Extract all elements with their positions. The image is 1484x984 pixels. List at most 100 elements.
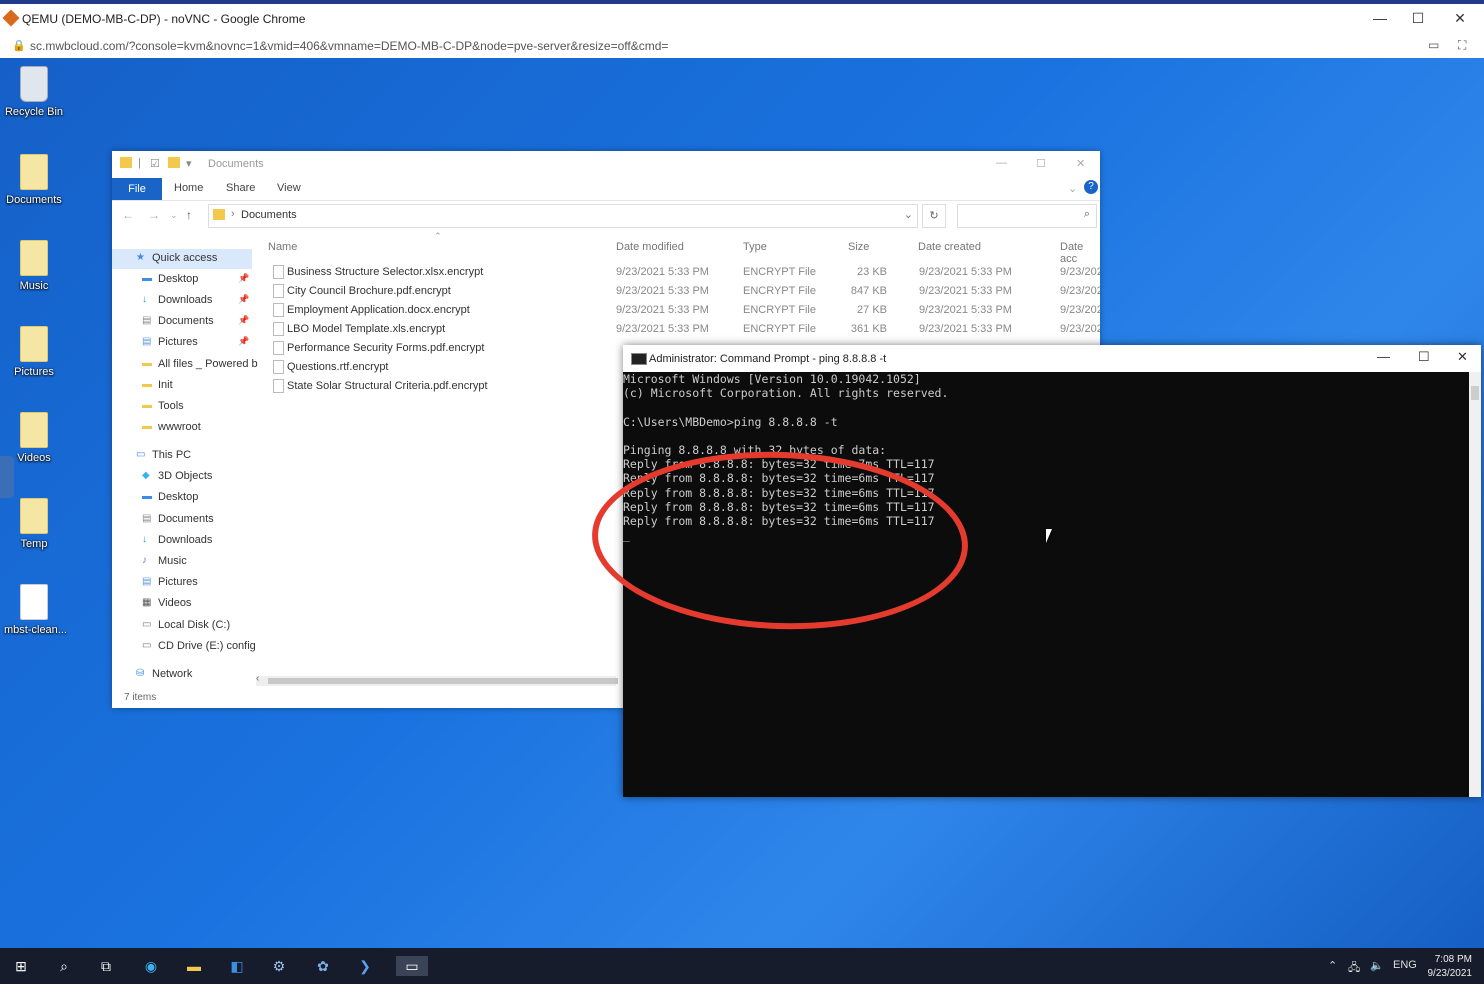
file-row[interactable]: Business Structure Selector.xlsx.encrypt… — [267, 263, 1100, 282]
nav-quick-item[interactable]: ▬ All files _ Powered b — [112, 355, 258, 375]
cmd-minimize-icon[interactable]: — — [1377, 349, 1390, 364]
column-date-modified[interactable]: Date modified — [616, 241, 684, 253]
nav-this-pc[interactable]: ▭ This PC — [112, 446, 252, 466]
search-input[interactable]: ⌕ — [957, 204, 1097, 228]
column-type[interactable]: Type — [743, 241, 767, 253]
path-documents[interactable]: Documents — [241, 209, 297, 221]
file-row[interactable]: LBO Model Template.xls.encrypt 9/23/2021 … — [267, 320, 1100, 339]
desktop-icon[interactable]: mbst-clean... — [4, 584, 67, 636]
file-icon — [273, 284, 284, 298]
help-icon[interactable]: ? — [1084, 180, 1098, 194]
tab-home[interactable]: Home — [174, 182, 203, 194]
column-date-accessed[interactable]: Date acc — [1060, 241, 1100, 265]
nav-item-label: Tools — [158, 400, 184, 412]
properties-icon[interactable]: ☑ — [150, 157, 160, 170]
tab-view[interactable]: View — [277, 182, 301, 194]
quick-access-toolbar-icon[interactable]: | — [138, 157, 141, 169]
nav-quick-item[interactable]: ▬ Init — [112, 376, 252, 396]
nav-pc-item[interactable]: ▭ CD Drive (E:) config — [112, 637, 256, 657]
new-folder-icon[interactable] — [168, 157, 180, 168]
back-icon[interactable]: ← — [122, 208, 134, 222]
tab-share[interactable]: Share — [226, 182, 255, 194]
cmd-maximize-icon[interactable]: ☐ — [1418, 349, 1430, 365]
address-url[interactable]: sc.mwbcloud.com/?console=kvm&novnc=1&vmi… — [30, 39, 668, 53]
network-tool-icon[interactable]: ⚙ — [268, 956, 290, 976]
path-dropdown-icon[interactable]: ⌄ — [904, 208, 913, 221]
column-date-created[interactable]: Date created — [918, 241, 981, 253]
input-language[interactable]: ENG — [1393, 959, 1417, 971]
cmd-line — [623, 400, 1465, 414]
extension-icon[interactable]: ⛶ — [1458, 38, 1466, 53]
nav-pc-item[interactable]: ▭ Local Disk (C:) — [112, 616, 252, 636]
nav-item-label: Pictures — [158, 576, 198, 588]
desktop-icon[interactable]: Pictures — [4, 326, 64, 378]
up-icon[interactable]: ↑ — [186, 208, 192, 222]
file-row[interactable]: City Council Brochure.pdf.encrypt 9/23/20… — [267, 282, 1100, 301]
folder-icon — [20, 326, 48, 362]
search-taskbar-icon[interactable]: ⌕ — [53, 956, 75, 976]
volume-icon[interactable]: 🔈 — [1370, 959, 1384, 972]
cmd-close-icon[interactable]: ✕ — [1457, 349, 1468, 365]
desktop-icon[interactable]: Recycle Bin — [4, 66, 64, 118]
desktop-icon[interactable]: Temp — [4, 498, 64, 550]
settings-app-icon[interactable]: ✿ — [312, 956, 334, 976]
nav-quick-item[interactable]: ▬ Tools — [112, 397, 252, 417]
cast-icon[interactable]: ▭ — [1428, 38, 1439, 52]
desktop-icon[interactable]: Videos — [4, 412, 64, 464]
forward-icon[interactable]: → — [148, 208, 160, 222]
desktop-icon[interactable]: Documents — [4, 154, 64, 206]
network-status-icon[interactable]: 🖧 — [1348, 959, 1360, 978]
recent-locations-icon[interactable]: ⌄ — [170, 210, 178, 221]
edge-icon[interactable]: ◉ — [140, 956, 162, 976]
explorer-maximize-icon[interactable]: ☐ — [1036, 157, 1046, 170]
nav-pc-item[interactable]: ▤ Documents — [112, 510, 252, 530]
cmd-vertical-scrollbar[interactable] — [1469, 372, 1481, 797]
start-windows-icon[interactable]: ⊞ — [10, 956, 32, 976]
nav-item-icon: ▤ — [142, 315, 152, 326]
task-view-icon[interactable]: ⧉ — [95, 956, 117, 976]
column-name[interactable]: Name — [268, 241, 297, 253]
nav-quick-item[interactable]: ▤ Documents 📌 — [112, 312, 252, 332]
file-accessed: 9/23/202 — [1060, 266, 1100, 278]
system-clock[interactable]: 7:08 PM 9/23/2021 — [1428, 953, 1473, 981]
powershell-icon[interactable]: ❯ — [354, 956, 376, 976]
nav-quick-item[interactable]: ▬ Desktop 📌 — [112, 270, 252, 290]
nav-quick-item[interactable]: ↓ Downloads 📌 — [112, 291, 252, 311]
column-size[interactable]: Size — [848, 241, 869, 253]
nav-quick-access[interactable]: ★ Quick access — [112, 249, 252, 269]
file-explorer-icon[interactable]: ▬ — [183, 956, 205, 976]
nav-quick-item[interactable]: ▬ wwwroot — [112, 418, 252, 438]
scroll-left-icon[interactable]: ‹ — [256, 673, 259, 684]
tab-file[interactable]: File — [112, 178, 162, 200]
scrollbar-thumb[interactable] — [268, 678, 618, 684]
novnc-sidebar-handle[interactable] — [0, 456, 14, 498]
nav-pc-item[interactable]: ♪ Music — [112, 552, 252, 572]
explorer-minimize-icon[interactable]: — — [996, 157, 1007, 169]
minimize-icon[interactable]: — — [1362, 10, 1398, 26]
nav-pc-item[interactable]: ▬ Desktop — [112, 488, 252, 508]
file-row[interactable]: Employment Application.docx.encrypt 9/23/… — [267, 301, 1100, 320]
nav-item-icon: ♪ — [142, 555, 147, 566]
pin-icon: 📌 — [238, 336, 250, 346]
nav-quick-item[interactable]: ▤ Pictures 📌 — [112, 333, 252, 353]
nav-pc-item[interactable]: ▤ Pictures — [112, 573, 252, 593]
command-prompt-taskbar-icon[interactable]: ▭ — [396, 956, 428, 976]
maximize-icon[interactable]: ☐ — [1400, 10, 1436, 27]
nav-network[interactable]: ⛁ Network — [112, 665, 252, 685]
horizontal-scrollbar[interactable]: ‹ — [256, 673, 618, 686]
explorer-close-icon[interactable]: ✕ — [1076, 157, 1085, 170]
desktop-icon[interactable]: Music — [4, 240, 64, 292]
ribbon-expand-icon[interactable]: ⌄ — [1068, 182, 1077, 195]
nav-pc-item[interactable]: ◆ 3D Objects — [112, 467, 252, 487]
address-path[interactable]: › Documents ⌄ — [208, 204, 918, 228]
cmd-scrollbar-thumb[interactable] — [1471, 386, 1479, 400]
nav-pc-item[interactable]: ▦ Videos — [112, 594, 252, 614]
tray-chevron-up-icon[interactable]: ⌃ — [1328, 959, 1337, 972]
refresh-icon[interactable]: ↻ — [922, 204, 946, 228]
outlook-icon[interactable]: ◧ — [226, 956, 248, 976]
nav-item-label: Init — [158, 379, 173, 391]
address-bar[interactable]: 🔒 sc.mwbcloud.com/?console=kvm&novnc=1&v… — [0, 34, 1484, 59]
customize-toolbar-icon[interactable]: ▾ — [186, 157, 192, 170]
nav-pc-item[interactable]: ↓ Downloads — [112, 531, 252, 551]
close-icon[interactable]: ✕ — [1442, 10, 1478, 27]
